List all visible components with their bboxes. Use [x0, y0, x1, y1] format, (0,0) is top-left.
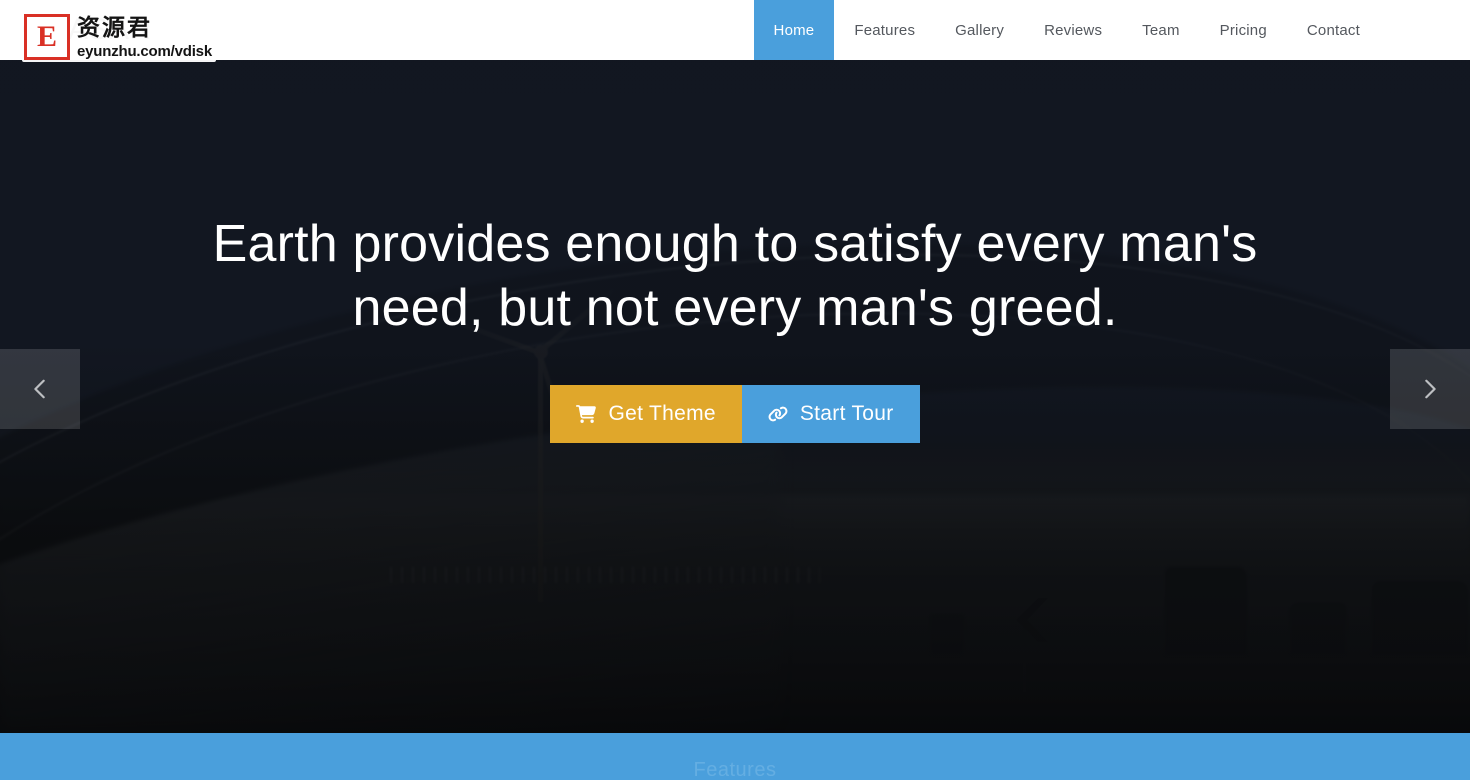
- nav-item-reviews[interactable]: Reviews: [1024, 0, 1122, 60]
- hero-carousel: Earth provides enough to satisfy every m…: [0, 60, 1470, 733]
- nav-label: Reviews: [1044, 21, 1103, 39]
- chevron-left-icon: [34, 379, 45, 399]
- nav-label: Gallery: [955, 21, 1005, 39]
- start-tour-label: Start Tour: [799, 402, 894, 425]
- get-theme-label: Get Theme: [608, 402, 716, 425]
- nav-item-team[interactable]: Team: [1122, 0, 1199, 60]
- link-chain-icon: [768, 406, 788, 422]
- features-section-heading: Features: [693, 759, 777, 780]
- site-header: QUASAR Home Features Gallery Reviews Tea…: [0, 0, 1470, 60]
- nav-item-home[interactable]: Home: [753, 0, 835, 60]
- hero-action-buttons: Get Theme Start Tour: [550, 385, 920, 443]
- chevron-right-icon: [1425, 379, 1436, 399]
- nav-item-features[interactable]: Features: [834, 0, 935, 60]
- nav-item-contact[interactable]: Contact: [1287, 0, 1380, 60]
- hero-headline: Earth provides enough to satisfy every m…: [212, 215, 1258, 337]
- nav-item-gallery[interactable]: Gallery: [935, 0, 1024, 60]
- get-theme-button[interactable]: Get Theme: [550, 385, 742, 443]
- shopping-cart-icon: [576, 405, 597, 423]
- main-navigation: Home Features Gallery Reviews Team Prici…: [753, 0, 1380, 60]
- carousel-next-button[interactable]: [1390, 349, 1470, 429]
- features-section-top: Features: [0, 733, 1470, 780]
- hero-content: Earth provides enough to satisfy every m…: [0, 60, 1470, 733]
- nav-label: Contact: [1306, 21, 1360, 39]
- nav-label: Team: [1142, 21, 1180, 39]
- start-tour-button[interactable]: Start Tour: [741, 385, 920, 443]
- nav-label: Pricing: [1219, 21, 1267, 39]
- nav-item-pricing[interactable]: Pricing: [1200, 0, 1287, 60]
- nav-label: Home: [773, 21, 815, 39]
- carousel-prev-button[interactable]: [0, 349, 80, 429]
- nav-label: Features: [854, 21, 916, 39]
- brand-logo[interactable]: QUASAR: [22, 0, 152, 60]
- brand-logo-text: QUASAR: [22, 13, 152, 46]
